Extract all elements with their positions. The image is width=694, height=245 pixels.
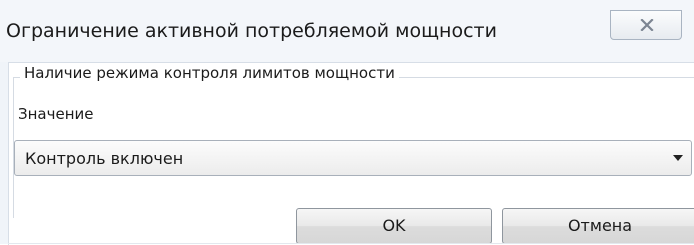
select-value: Контроль включен	[25, 149, 184, 168]
chevron-down-icon[interactable]	[673, 155, 683, 162]
value-select[interactable]: Контроль включен	[14, 140, 692, 176]
title-bar: Ограничение активной потребляемой мощнос…	[0, 0, 694, 62]
dialog-window: Ограничение активной потребляемой мощнос…	[0, 0, 694, 245]
group-label: Наличие режима контроля лимитов мощности	[20, 64, 399, 82]
ok-button[interactable]: OK	[296, 208, 492, 244]
close-icon	[640, 19, 654, 31]
close-button[interactable]	[610, 10, 682, 40]
cancel-button[interactable]: Отмена	[502, 208, 694, 244]
value-label: Значение	[18, 105, 94, 123]
window-title: Ограничение активной потребляемой мощнос…	[6, 20, 497, 42]
